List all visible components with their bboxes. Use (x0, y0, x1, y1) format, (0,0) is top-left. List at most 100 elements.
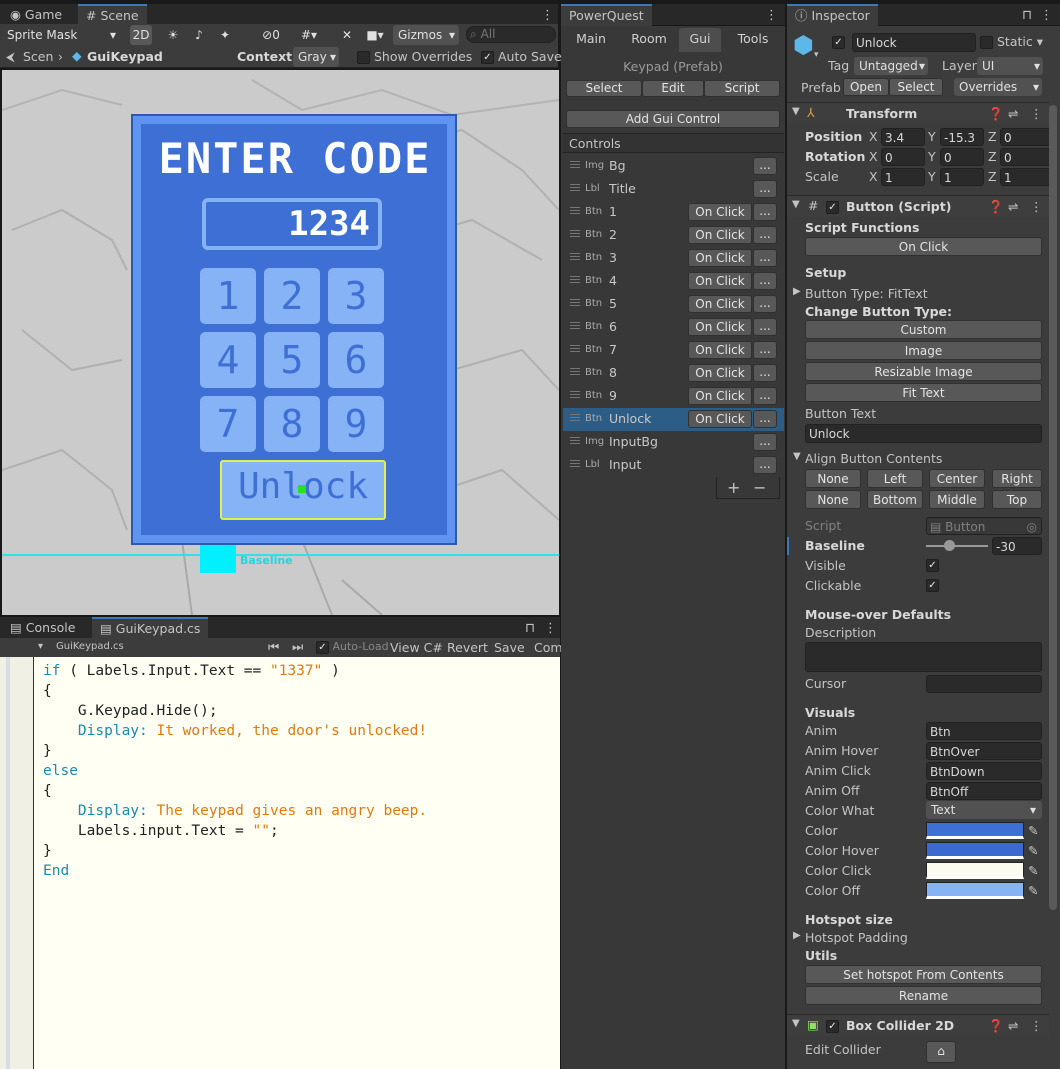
drag-handle-icon[interactable] (570, 207, 580, 214)
powerquest-menu-icon[interactable]: ⋮ (765, 8, 778, 23)
more-button[interactable]: ... (753, 249, 777, 267)
show-overrides-toggle[interactable]: Show Overrides (357, 49, 472, 64)
more-button[interactable]: ... (753, 157, 777, 175)
tag-dropdown[interactable]: Untagged ▾ (854, 57, 928, 75)
auto-save-checkbox[interactable]: ✓ (481, 51, 494, 64)
drag-handle-icon[interactable] (570, 460, 580, 467)
component-menu-icon[interactable]: ⋮ (1030, 1018, 1043, 1033)
more-button[interactable]: ... (753, 272, 777, 290)
prefab-open-button[interactable]: Open (843, 78, 889, 96)
help-icon[interactable]: ❓ (988, 199, 1004, 215)
expand-arrow-icon[interactable]: ▶ (793, 286, 801, 297)
select-button[interactable]: Select (566, 80, 642, 97)
camera-icon[interactable]: ■▾ (360, 25, 390, 45)
show-overrides-checkbox[interactable] (357, 51, 370, 64)
audio-icon[interactable]: ♪ (188, 25, 210, 45)
breadcrumb-root[interactable]: Scen (23, 49, 53, 64)
com-button[interactable]: Com (534, 640, 563, 655)
overrides-dropdown[interactable]: Overrides ▾ (954, 78, 1042, 96)
inspector-scrollbar[interactable] (1049, 105, 1057, 910)
anim-input[interactable]: BtnDown (926, 762, 1042, 780)
on-click-button[interactable]: On Click (688, 295, 752, 313)
drag-handle-icon[interactable] (570, 391, 580, 398)
control-row-title[interactable]: Lbl Title... (563, 178, 784, 201)
control-row-8[interactable]: Btn 8 On Click... (563, 362, 784, 385)
drag-handle-icon[interactable] (570, 345, 580, 352)
auto-save-toggle[interactable]: ✓ Auto Save (481, 49, 562, 64)
more-button[interactable]: ... (753, 433, 777, 451)
align-bottom-button[interactable]: Bottom (867, 490, 923, 509)
button-script-checkbox[interactable]: ✓ (826, 201, 839, 214)
drag-handle-icon[interactable] (570, 437, 580, 444)
drag-handle-icon[interactable] (570, 184, 580, 191)
more-button[interactable]: ... (753, 203, 777, 221)
color-swatch[interactable] (926, 862, 1024, 879)
gizmos-dropdown[interactable]: Gizmos ▾ (393, 25, 459, 45)
revert-button[interactable]: Revert (447, 640, 488, 655)
effects-icon[interactable]: ✦ (214, 25, 236, 45)
static-toggle[interactable]: Static ▾ (980, 34, 1043, 49)
add-gui-control-button[interactable]: Add Gui Control (566, 110, 780, 128)
tab-room[interactable]: Room (620, 28, 678, 52)
align-top-button[interactable]: Top (992, 490, 1042, 509)
cursor-input[interactable] (926, 675, 1042, 693)
more-button[interactable]: ... (753, 226, 777, 244)
control-row-2[interactable]: Btn 2 On Click... (563, 224, 784, 247)
help-icon[interactable]: ❓ (988, 1018, 1004, 1034)
keypad-panel[interactable]: ENTER CODE 1234 123456789 Unlock (131, 114, 457, 545)
control-row-9[interactable]: Btn 9 On Click... (563, 385, 784, 408)
visible-checkbox[interactable]: ✓ (926, 559, 939, 572)
auto-load-checkbox[interactable]: ✓ (316, 640, 329, 654)
transform-position-x-input[interactable]: 3.4 (881, 128, 925, 146)
custom-button[interactable]: Custom (805, 320, 1042, 339)
code-editor[interactable]: if ( Labels.Input.Text == "1337" ) { G.Ke… (34, 657, 560, 1069)
tab-gui[interactable]: Gui (679, 28, 721, 52)
transform-rotation-z-input[interactable]: 0 (1000, 148, 1054, 166)
set-hotspot-button[interactable]: Set hotspot From Contents (805, 965, 1042, 984)
align-none-button[interactable]: None (805, 469, 861, 488)
prefab-chevron-icon[interactable]: ▾ (814, 50, 819, 60)
more-button[interactable]: ... (753, 295, 777, 313)
on-click-button[interactable]: On Click (688, 410, 752, 428)
keypad-key-5[interactable]: 5 (264, 332, 320, 388)
tab-game[interactable]: ◉ Game (2, 4, 70, 26)
control-row-inputbg[interactable]: Img InputBg... (563, 431, 784, 454)
sprite-mask-dropdown[interactable]: Sprite Mask ▾ (2, 25, 120, 45)
scene-menu-icon[interactable]: ⋮ (541, 8, 554, 23)
active-checkbox[interactable]: ✓ (832, 36, 845, 49)
tab-main[interactable]: Main (563, 28, 619, 52)
drag-handle-icon[interactable] (570, 299, 580, 306)
drag-handle-icon[interactable] (570, 253, 580, 260)
anim-input[interactable]: BtnOff (926, 782, 1042, 800)
baseline-slider-handle[interactable] (944, 540, 955, 551)
breadcrumb-prefab[interactable]: GuiKeypad (87, 49, 163, 64)
drag-handle-icon[interactable] (570, 414, 580, 421)
expand-arrow-icon[interactable]: ▶ (793, 930, 801, 941)
button-script-header[interactable]: ▼ # ✓ Button (Script) ❓ ⇌ ⋮ (787, 195, 1049, 217)
tab-scene[interactable]: # Scene (78, 4, 147, 26)
control-row-bg[interactable]: Img Bg... (563, 155, 784, 178)
eyedropper-icon[interactable]: ✎ (1028, 843, 1038, 858)
drag-handle-icon[interactable] (570, 276, 580, 283)
more-button[interactable]: ... (753, 318, 777, 336)
keypad-key-3[interactable]: 3 (328, 268, 384, 324)
image-button[interactable]: Image (805, 341, 1042, 360)
static-checkbox[interactable] (980, 36, 993, 49)
color-swatch[interactable] (926, 822, 1024, 839)
back-arrow-icon[interactable]: ⮜ (6, 49, 15, 65)
control-row-unlock[interactable]: Btn Unlock On Click... (563, 408, 784, 431)
box-collider-header[interactable]: ▼ ▣ ✓ Box Collider 2D ❓ ⇌ ⋮ (787, 1014, 1049, 1036)
inspector-menu-icon[interactable]: ⋮ (1040, 8, 1053, 23)
resizable-image-button[interactable]: Resizable Image (805, 362, 1042, 381)
more-button[interactable]: ... (753, 410, 777, 428)
expand-arrow-icon[interactable]: ▼ (793, 451, 801, 462)
on-click-button[interactable]: On Click (688, 249, 752, 267)
tools-icon[interactable]: ✕ (336, 25, 358, 45)
prefab-select-button[interactable]: Select (889, 78, 943, 96)
add-control-button[interactable]: + (727, 478, 740, 497)
inspector-lock-icon[interactable]: ⊓ (1022, 8, 1032, 23)
transform-scale-y-input[interactable]: 1 (940, 168, 984, 186)
eyedropper-icon[interactable]: ✎ (1028, 883, 1038, 898)
active-toggle[interactable]: ✓ (832, 34, 845, 49)
transform-position-z-input[interactable]: 0 (1000, 128, 1054, 146)
